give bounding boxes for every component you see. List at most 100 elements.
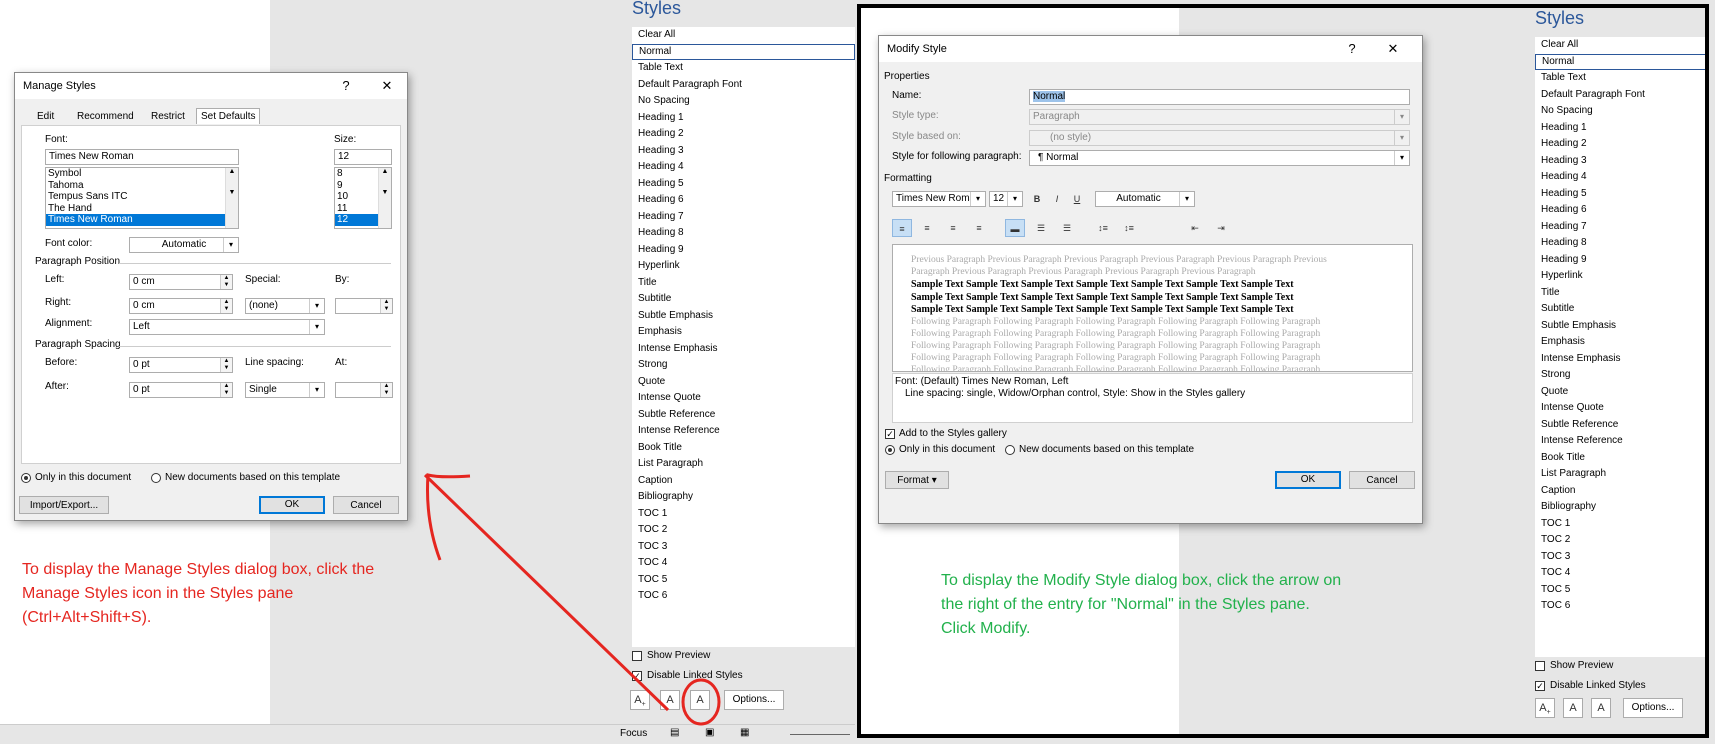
increase-indent-icon[interactable]: ⇥: [1211, 219, 1231, 237]
style-item[interactable]: Clear All: [1535, 37, 1705, 54]
style-item[interactable]: TOC 1: [1535, 516, 1705, 533]
cancel-button[interactable]: Cancel: [1349, 471, 1415, 489]
show-preview-checkbox[interactable]: [1535, 661, 1545, 671]
align-center-icon[interactable]: ≡: [917, 219, 937, 237]
decrease-indent-icon[interactable]: ⇤: [1185, 219, 1205, 237]
style-item[interactable]: Subtitle: [1535, 301, 1705, 318]
style-item[interactable]: Normal: [1535, 53, 1705, 70]
following-paragraph-dropdown[interactable]: ¶ Normal ▾: [1029, 150, 1410, 166]
increase-paragraph-spacing-icon[interactable]: ↕≡: [1093, 219, 1113, 237]
preview-line: Following Paragraph Following Paragraph …: [911, 340, 1321, 351]
justify-icon[interactable]: ≡: [969, 219, 989, 237]
style-item[interactable]: Default Paragraph Font: [1535, 87, 1705, 104]
style-item[interactable]: Intense Reference: [1535, 433, 1705, 450]
style-item[interactable]: Title: [1535, 285, 1705, 302]
formatting-label: Formatting: [884, 173, 932, 184]
new-documents-label: New documents based on this template: [1019, 444, 1195, 455]
font-dropdown[interactable]: Times New Roman ▾: [892, 191, 986, 207]
style-item[interactable]: Heading 7: [1535, 219, 1705, 236]
align-right-icon[interactable]: ≡: [943, 219, 963, 237]
name-value: Normal: [1033, 91, 1066, 102]
double-spacing-icon[interactable]: ☰: [1057, 219, 1077, 237]
decrease-paragraph-spacing-icon[interactable]: ↕≡: [1119, 219, 1139, 237]
style-item[interactable]: List Paragraph: [1535, 466, 1705, 483]
following-paragraph-label: Style for following paragraph:: [892, 151, 1022, 162]
preview-line: Paragraph Previous Paragraph Previous Pa…: [911, 267, 1256, 277]
style-item[interactable]: Intense Emphasis: [1535, 351, 1705, 368]
caption-line: the right of the entry for "Normal" in t…: [941, 596, 1310, 613]
ok-button[interactable]: OK: [1275, 471, 1341, 489]
style-item[interactable]: TOC 3: [1535, 549, 1705, 566]
only-this-document-radio[interactable]: [885, 445, 895, 455]
font-value: Times New Roman: [896, 193, 981, 204]
options-button[interactable]: Options...: [1623, 698, 1683, 718]
style-item[interactable]: Heading 4: [1535, 169, 1705, 186]
style-item[interactable]: Caption: [1535, 483, 1705, 500]
style-item[interactable]: Strong: [1535, 367, 1705, 384]
red-arrow-head: [426, 473, 471, 561]
style-item[interactable]: Table Text: [1535, 70, 1705, 87]
style-item[interactable]: Heading 6: [1535, 202, 1705, 219]
style-item[interactable]: TOC 2: [1535, 532, 1705, 549]
style-type-dropdown[interactable]: Paragraph ▾: [1029, 109, 1410, 125]
properties-label: Properties: [884, 71, 930, 82]
style-item[interactable]: Heading 3: [1535, 153, 1705, 170]
style-item[interactable]: Heading 8: [1535, 235, 1705, 252]
chevron-down-icon: ▾: [1179, 192, 1194, 206]
style-item[interactable]: Quote: [1535, 384, 1705, 401]
help-button[interactable]: ?: [1339, 39, 1365, 59]
new-style-icon[interactable]: A+: [1535, 698, 1555, 718]
style-item[interactable]: Subtle Emphasis: [1535, 318, 1705, 335]
style-item[interactable]: Hyperlink: [1535, 268, 1705, 285]
style-item[interactable]: Emphasis: [1535, 334, 1705, 351]
preview-line: Previous Paragraph Previous Paragraph Pr…: [911, 255, 1327, 265]
only-this-document-label: Only in this document: [899, 444, 996, 455]
italic-button[interactable]: I: [1047, 190, 1067, 208]
disable-linked-styles-checkbox[interactable]: ✓: [1535, 681, 1545, 691]
font-color-value: Automatic: [1116, 193, 1161, 204]
style-inspector-icon[interactable]: A: [1563, 698, 1583, 718]
align-left-icon[interactable]: ≡: [892, 219, 912, 237]
style-item[interactable]: Subtle Reference: [1535, 417, 1705, 434]
style-item[interactable]: Heading 2: [1535, 136, 1705, 153]
style-preview: Previous Paragraph Previous Paragraph Pr…: [892, 244, 1413, 372]
style-item[interactable]: TOC 6: [1535, 598, 1705, 615]
font-size-value: 12: [993, 193, 1005, 204]
add-to-gallery-label: Add to the Styles gallery: [899, 428, 1007, 439]
add-to-gallery-checkbox[interactable]: ✓: [885, 429, 895, 439]
based-on-value: (no style): [1050, 132, 1092, 143]
red-circle-annotation: [681, 678, 721, 726]
one-half-spacing-icon[interactable]: ☰: [1031, 219, 1051, 237]
close-icon[interactable]: ✕: [1380, 39, 1406, 59]
style-based-on-dropdown[interactable]: (no style) ▾: [1029, 130, 1410, 146]
preview-line: Sample Text Sample Text Sample Text Samp…: [911, 279, 1294, 290]
style-item[interactable]: Book Title: [1535, 450, 1705, 467]
style-type-value: Paragraph: [1033, 111, 1080, 122]
style-item[interactable]: Heading 9: [1535, 252, 1705, 269]
description-line-2: Line spacing: single, Widow/Orphan contr…: [905, 388, 1246, 399]
style-item[interactable]: Heading 1: [1535, 120, 1705, 137]
font-size-dropdown[interactable]: 12 ▾: [989, 191, 1023, 207]
bold-button[interactable]: B: [1027, 190, 1047, 208]
description-line-1: Font: (Default) Times New Roman, Left: [895, 376, 1069, 387]
style-item[interactable]: Intense Quote: [1535, 400, 1705, 417]
preview-line: Sample Text Sample Text Sample Text Samp…: [911, 291, 1294, 303]
name-label: Name:: [892, 90, 922, 101]
name-input[interactable]: Normal: [1029, 89, 1410, 105]
preview-line: Following Paragraph Following Paragraph …: [911, 364, 1321, 372]
style-description: Font: (Default) Times New Roman, Left Li…: [892, 373, 1413, 423]
style-based-on-label: Style based on:: [892, 131, 961, 142]
style-item[interactable]: No Spacing: [1535, 103, 1705, 120]
format-button[interactable]: Format ▾: [885, 471, 949, 489]
style-item[interactable]: TOC 4: [1535, 565, 1705, 582]
style-item[interactable]: Bibliography: [1535, 499, 1705, 516]
styles-pane-title: Styles: [1535, 8, 1585, 28]
manage-styles-icon[interactable]: A: [1591, 698, 1611, 718]
single-spacing-icon[interactable]: ▬: [1005, 219, 1025, 237]
preview-line: Following Paragraph Following Paragraph …: [911, 352, 1321, 363]
style-item[interactable]: TOC 5: [1535, 582, 1705, 599]
new-documents-radio[interactable]: [1005, 445, 1015, 455]
underline-button[interactable]: U: [1067, 190, 1087, 208]
style-item[interactable]: Heading 5: [1535, 186, 1705, 203]
font-color-dropdown[interactable]: Automatic ▾: [1095, 191, 1195, 207]
